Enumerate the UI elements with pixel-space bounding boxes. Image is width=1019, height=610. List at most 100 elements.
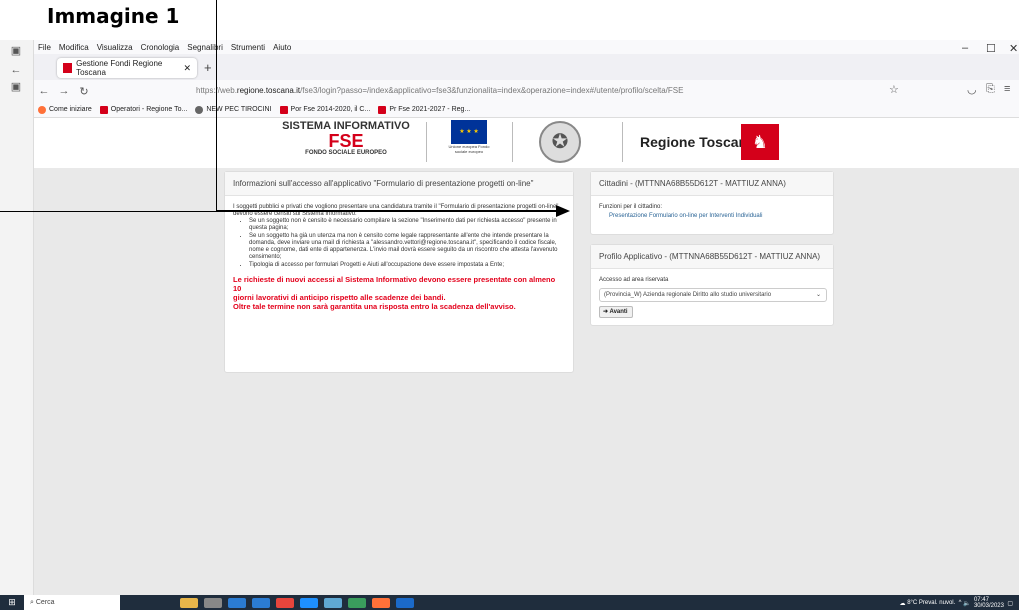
menu-file[interactable]: File	[38, 43, 51, 52]
site-icon	[99, 105, 108, 114]
notification-icon[interactable]: ▢	[1007, 600, 1013, 607]
info-bullets: Se un soggetto non è censito è necessari…	[249, 218, 565, 269]
menu-segnalibri[interactable]: Segnalibri	[187, 43, 223, 52]
taskbar-search[interactable]: ⌕ Cerca	[24, 595, 120, 610]
menu-visualizza[interactable]: Visualizza	[97, 43, 133, 52]
menu-cronologia[interactable]: Cronologia	[141, 43, 180, 52]
info-panel-title: Informazioni sull'accesso all'applicativ…	[225, 172, 573, 196]
pegasus-logo-icon: ♞	[741, 124, 779, 160]
citizen-panel: Cittadini - (MTTNNA68B55D612T - MATTIUZ …	[590, 171, 834, 235]
extensions-icon[interactable]: ⎘	[986, 83, 995, 96]
app-icon[interactable]	[180, 597, 198, 608]
formulario-link[interactable]: Presentazione Formulario on-line per Int…	[609, 213, 825, 219]
volume-icon[interactable]: 🔈	[963, 600, 970, 607]
citizen-functions-label: Funzioni per il cittadino:	[599, 204, 663, 210]
menu-aiuto[interactable]: Aiuto	[273, 43, 291, 52]
page-content: SISTEMA INFORMATIVO FSE FONDO SOCIALE EU…	[34, 118, 1019, 595]
minimize-icon[interactable]: –	[962, 42, 968, 54]
info-panel: Informazioni sull'accesso all'applicativ…	[224, 171, 574, 373]
app-icon[interactable]	[324, 597, 342, 608]
site-icon	[279, 105, 288, 114]
menu-modifica[interactable]: Modifica	[59, 43, 89, 52]
annotation-arrow-line	[216, 210, 560, 212]
tray-chevron-icon[interactable]: ^	[959, 600, 962, 606]
new-tab-icon[interactable]: +	[204, 60, 212, 75]
site-favicon-icon	[63, 63, 73, 73]
app-icon[interactable]	[396, 597, 414, 608]
profile-select-value: (Provincia_W) Azienda regionale Diritto …	[604, 292, 772, 298]
weather-text: 8°C Preval. nuvol.	[907, 600, 956, 606]
avanti-label: Avanti	[609, 309, 628, 315]
eu-flag-icon: ★ ★ ★	[451, 120, 487, 144]
bookmark-label: Pr Fse 2021-2027 - Reg...	[389, 106, 471, 113]
back-icon[interactable]: ←	[9, 64, 23, 76]
bookmark-item[interactable]: Pr Fse 2021-2027 - Reg...	[378, 105, 471, 114]
bookmark-label: Come iniziare	[49, 106, 92, 113]
clock[interactable]: 07:47 30/03/2023	[974, 597, 1004, 609]
app-icon[interactable]	[204, 597, 222, 608]
clock-date: 30/03/2023	[973, 603, 1004, 609]
app-icon[interactable]	[228, 597, 246, 608]
bookmark-item[interactable]: Operatori - Regione To...	[99, 105, 188, 114]
system-tray: ☁ 8°C Preval. nuvol. ^ 🔈 07:47 30/03/202…	[900, 597, 1013, 609]
windows-start-icon[interactable]: ⊞	[0, 597, 24, 608]
tab-title: Gestione Fondi Regione Toscana	[76, 59, 163, 77]
fse-logo: SISTEMA INFORMATIVO FSE FONDO SOCIALE EU…	[280, 120, 412, 164]
divider	[426, 122, 427, 162]
avanti-icon: ➜	[603, 309, 609, 315]
tab-close-icon[interactable]: ✕	[183, 63, 191, 74]
pocket-icon[interactable]: ◡	[967, 83, 977, 96]
bookmark-label: Por Fse 2014-2020, il C...	[290, 106, 371, 113]
url-path: /fse3/login?passo=/index&applicativo=fse…	[300, 86, 684, 95]
reload-icon[interactable]: ↻	[74, 85, 94, 98]
bookmark-item[interactable]: NEW PEC TIROCINI	[195, 105, 272, 114]
taskbar: ⊞ ⌕ Cerca ☁ 8°C Preval. nuvol. ^ 🔈 07:47…	[0, 595, 1019, 610]
site-icon	[378, 105, 387, 114]
app-icon[interactable]	[348, 597, 366, 608]
bookmarks-bar: Come iniziare Operatori - Regione To... …	[34, 102, 1019, 118]
warning-note: Le richieste di nuovi accessi al Sistema…	[233, 275, 565, 311]
annotation-arrow-head	[556, 205, 570, 217]
profile-panel: Profilo Applicativo - (MTTNNA68B55D612T …	[590, 244, 834, 326]
weather-icon: ☁	[899, 600, 906, 607]
profile-panel-title: Profilo Applicativo - (MTTNNA68B55D612T …	[591, 245, 833, 269]
globe-icon	[195, 105, 204, 114]
chrome-icon[interactable]	[276, 597, 294, 608]
address-bar[interactable]: https://web.regione.toscana.it/fse3/logi…	[156, 83, 896, 99]
citizen-panel-title: Cittadini - (MTTNNA68B55D612T - MATTIUZ …	[591, 172, 833, 196]
menu-strumenti[interactable]: Strumenti	[231, 43, 265, 52]
annotation-header: Immagine 1	[0, 0, 217, 40]
back-icon[interactable]: ←	[34, 85, 54, 97]
edge-icon[interactable]	[300, 597, 318, 608]
avanti-button[interactable]: ➜ Avanti	[599, 306, 633, 318]
tab-bar: Gestione Fondi Regione Toscana ✕ +	[34, 54, 1019, 80]
fse-logo-line2: FSE	[328, 131, 364, 151]
bookmark-item[interactable]: Come iniziare	[38, 105, 92, 114]
menu-icon[interactable]: ≡	[1004, 83, 1010, 95]
divider	[512, 122, 513, 162]
bookmark-item[interactable]: Por Fse 2014-2020, il C...	[279, 105, 371, 114]
navigation-bar: ← → ↻ https://web.regione.toscana.it/fse…	[34, 80, 1019, 102]
chevron-down-icon: ⌄	[815, 292, 821, 298]
bookmark-label: Operatori - Regione To...	[110, 106, 188, 113]
italian-emblem-icon: ✪	[539, 121, 581, 163]
reserved-area-label: Accesso ad area riservata	[599, 277, 669, 283]
divider	[622, 122, 623, 162]
warning-line: Le richieste di nuovi accessi al Sistema…	[233, 275, 556, 293]
url-prefix: https://web.	[196, 86, 237, 95]
tab-gestione-fondi[interactable]: Gestione Fondi Regione Toscana ✕	[57, 58, 197, 78]
fse-logo-line3: FONDO SOCIALE EUROPEO	[305, 150, 387, 156]
firefox-icon[interactable]	[372, 597, 390, 608]
menu-bar: File Modifica Visualizza Cronologia Segn…	[34, 40, 1019, 54]
profile-select[interactable]: (Provincia_W) Azienda regionale Diritto …	[599, 288, 827, 302]
app-icon: ▣	[10, 45, 22, 57]
info-bullet: Se un soggetto non è censito è necessari…	[249, 218, 565, 232]
annotation-title: Immagine 1	[47, 4, 180, 28]
warning-line: Oltre tale termine non sarà garantita un…	[233, 302, 516, 311]
eu-logo: ★ ★ ★ Unione europea Fondo sociale europ…	[444, 120, 494, 164]
url-domain: regione.toscana.it	[236, 86, 301, 95]
eu-logo-text: Unione europea Fondo sociale europeo	[448, 144, 490, 154]
forward-icon[interactable]: →	[54, 85, 74, 97]
bookmark-star-icon[interactable]: ☆	[889, 83, 899, 96]
app-icon[interactable]	[252, 597, 270, 608]
